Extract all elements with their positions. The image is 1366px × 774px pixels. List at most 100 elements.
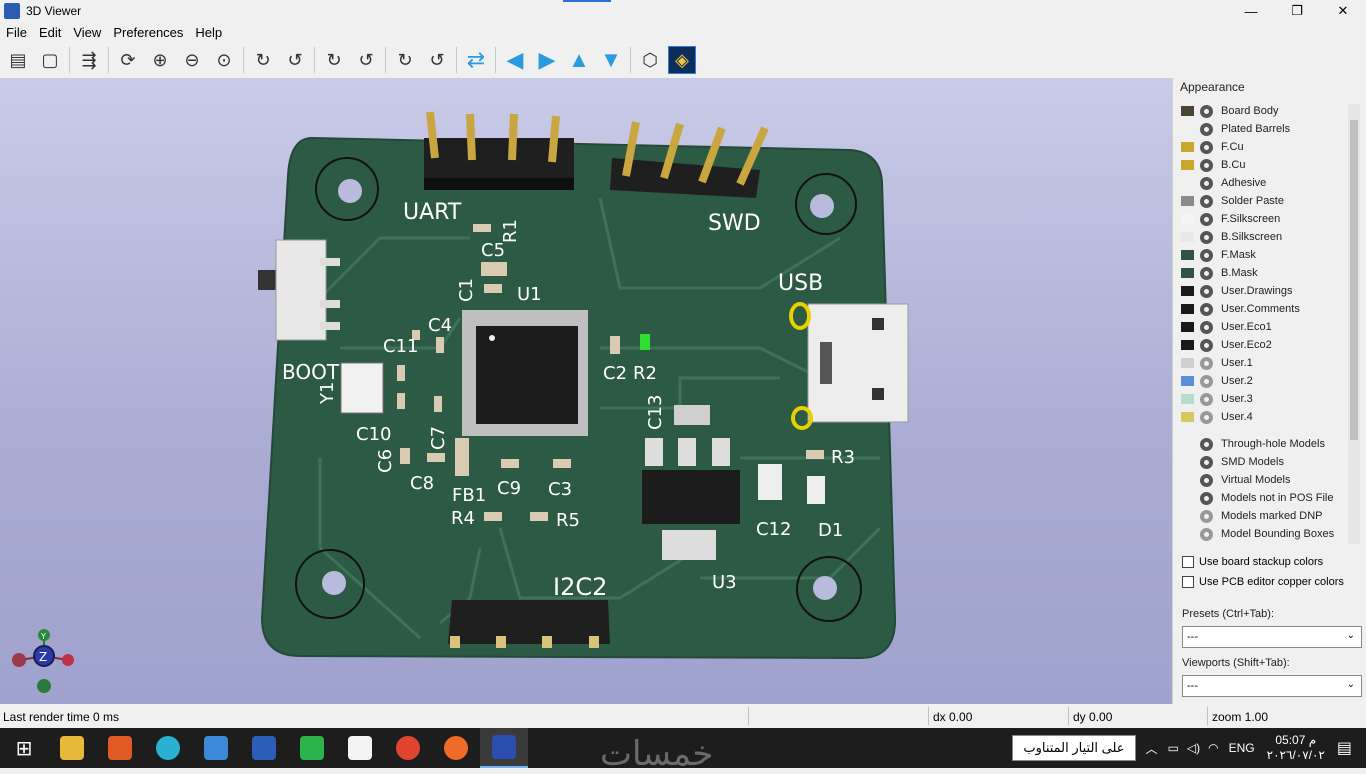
visibility-eye-icon[interactable] [1200, 284, 1213, 298]
visibility-eye-icon[interactable] [1200, 104, 1213, 118]
pan-up-button[interactable]: ▲ [565, 46, 593, 74]
zoom-fit-button[interactable]: ⊙ [210, 46, 238, 74]
layer-item[interactable]: Adhesive [1181, 174, 1351, 192]
layer-color-swatch[interactable] [1181, 268, 1194, 278]
rotate-y-ccw-button[interactable]: ↺ [352, 46, 380, 74]
layer-item[interactable]: B.Silkscreen [1181, 228, 1351, 246]
model-visibility-item[interactable]: Through-hole Models [1181, 435, 1351, 453]
model-visibility-item[interactable]: Model Bounding Boxes [1181, 525, 1351, 543]
visibility-eye-icon[interactable] [1200, 122, 1213, 136]
visibility-eye-icon[interactable] [1200, 338, 1213, 352]
layer-item[interactable]: Board Body [1181, 102, 1351, 120]
close-button[interactable]: ✕ [1320, 0, 1366, 22]
layer-item[interactable]: User.Eco2 [1181, 336, 1351, 354]
layer-color-swatch[interactable] [1181, 286, 1194, 296]
layer-item[interactable]: B.Mask [1181, 264, 1351, 282]
layer-color-swatch[interactable] [1181, 340, 1194, 350]
taskbar-word[interactable] [240, 728, 288, 768]
layer-color-swatch[interactable] [1181, 160, 1194, 170]
flip-board-button[interactable]: ⇄ [462, 46, 490, 74]
language-indicator[interactable]: ENG [1229, 741, 1255, 755]
scrollbar-thumb[interactable] [1350, 120, 1358, 440]
layer-color-swatch[interactable] [1181, 439, 1194, 449]
rotate-x-cw-button[interactable]: ↻ [249, 46, 277, 74]
layer-color-swatch[interactable] [1181, 232, 1194, 242]
layer-color-swatch[interactable] [1181, 214, 1194, 224]
pan-left-button[interactable]: ◀ [501, 46, 529, 74]
power-notification[interactable]: على التيار المتناوب [1012, 735, 1136, 761]
rotate-y-cw-button[interactable]: ↻ [320, 46, 348, 74]
chevron-up-icon[interactable]: ︿ [1146, 740, 1158, 757]
wifi-icon[interactable]: ◠ [1208, 741, 1218, 755]
start-button[interactable]: ⊞ [0, 728, 48, 768]
visibility-eye-icon[interactable] [1200, 392, 1213, 406]
layer-color-swatch[interactable] [1181, 412, 1194, 422]
layer-color-swatch[interactable] [1181, 376, 1194, 386]
visibility-eye-icon[interactable] [1200, 410, 1213, 424]
visibility-eye-icon[interactable] [1200, 356, 1213, 370]
reload-button[interactable]: ⟳ [114, 46, 142, 74]
taskbar-explorer[interactable] [48, 728, 96, 768]
battery-icon[interactable]: ▭ [1168, 741, 1179, 755]
taskbar-firefox[interactable] [432, 728, 480, 768]
visibility-eye-icon[interactable] [1200, 248, 1213, 262]
visibility-eye-icon[interactable] [1200, 176, 1213, 190]
clock[interactable]: 05:07 م ٢٠٢٦/٠٧/٠٢ [1267, 733, 1325, 763]
layer-item[interactable]: User.Drawings [1181, 282, 1351, 300]
taskbar-edge[interactable] [144, 728, 192, 768]
layer-color-swatch[interactable] [1181, 457, 1194, 467]
layer-item[interactable]: User.Eco1 [1181, 318, 1351, 336]
model-visibility-item[interactable]: Models marked DNP [1181, 507, 1351, 525]
visibility-eye-icon[interactable] [1200, 437, 1213, 451]
layer-color-swatch[interactable] [1181, 394, 1194, 404]
minimize-button[interactable]: — [1228, 0, 1274, 22]
rotate-z-cw-button[interactable]: ↻ [391, 46, 419, 74]
ortho-view-button[interactable]: ⬡ [636, 46, 664, 74]
taskbar-store[interactable] [192, 728, 240, 768]
layer-color-swatch[interactable] [1181, 304, 1194, 314]
rotate-z-ccw-button[interactable]: ↺ [423, 46, 451, 74]
visibility-eye-icon[interactable] [1200, 266, 1213, 280]
taskbar-notion[interactable] [336, 728, 384, 768]
zoom-out-button[interactable]: ⊖ [178, 46, 206, 74]
pan-down-button[interactable]: ▼ [597, 46, 625, 74]
notifications-icon[interactable]: ▤ [1337, 738, 1352, 758]
visibility-eye-icon[interactable] [1200, 158, 1213, 172]
raytrace-button[interactable]: ⇶ [75, 46, 103, 74]
layer-item[interactable]: Plated Barrels [1181, 120, 1351, 138]
zoom-in-button[interactable]: ⊕ [146, 46, 174, 74]
layer-color-swatch[interactable] [1181, 322, 1194, 332]
layer-item[interactable]: User.4 [1181, 408, 1351, 426]
taskbar-whatsapp[interactable] [288, 728, 336, 768]
layer-color-swatch[interactable] [1181, 358, 1194, 368]
visibility-eye-icon[interactable] [1200, 509, 1213, 523]
3d-viewport[interactable]: UART SWD USB BOOT I2C2 U1 U3 R1 R2 R3 R4… [0, 78, 1172, 704]
pan-right-button[interactable]: ▶ [533, 46, 561, 74]
visibility-eye-icon[interactable] [1200, 527, 1213, 541]
visibility-eye-icon[interactable] [1200, 230, 1213, 244]
taskbar-chrome[interactable] [384, 728, 432, 768]
layer-item[interactable]: User.3 [1181, 390, 1351, 408]
menu-view[interactable]: View [67, 25, 107, 40]
model-visibility-item[interactable]: Virtual Models [1181, 471, 1351, 489]
layer-item[interactable]: B.Cu [1181, 156, 1351, 174]
visibility-eye-icon[interactable] [1200, 140, 1213, 154]
checkbox-box[interactable] [1182, 556, 1194, 568]
layer-color-swatch[interactable] [1181, 124, 1194, 134]
use-pcb-colors-checkbox[interactable]: Use PCB editor copper colors [1182, 576, 1344, 588]
copy-clipboard-button[interactable]: ▢ [36, 46, 64, 74]
layer-color-swatch[interactable] [1181, 250, 1194, 260]
layer-color-swatch[interactable] [1181, 529, 1194, 539]
visibility-eye-icon[interactable] [1200, 302, 1213, 316]
menu-edit[interactable]: Edit [33, 25, 67, 40]
layer-item[interactable]: F.Cu [1181, 138, 1351, 156]
layer-color-swatch[interactable] [1181, 142, 1194, 152]
layer-list-scrollbar[interactable] [1348, 104, 1360, 544]
visibility-eye-icon[interactable] [1200, 374, 1213, 388]
maximize-button[interactable]: ❐ [1274, 0, 1320, 22]
rotate-x-ccw-button[interactable]: ↺ [281, 46, 309, 74]
layer-color-swatch[interactable] [1181, 178, 1194, 188]
use-stackup-colors-checkbox[interactable]: Use board stackup colors [1182, 556, 1323, 568]
visibility-eye-icon[interactable] [1200, 320, 1213, 334]
layer-color-swatch[interactable] [1181, 196, 1194, 206]
